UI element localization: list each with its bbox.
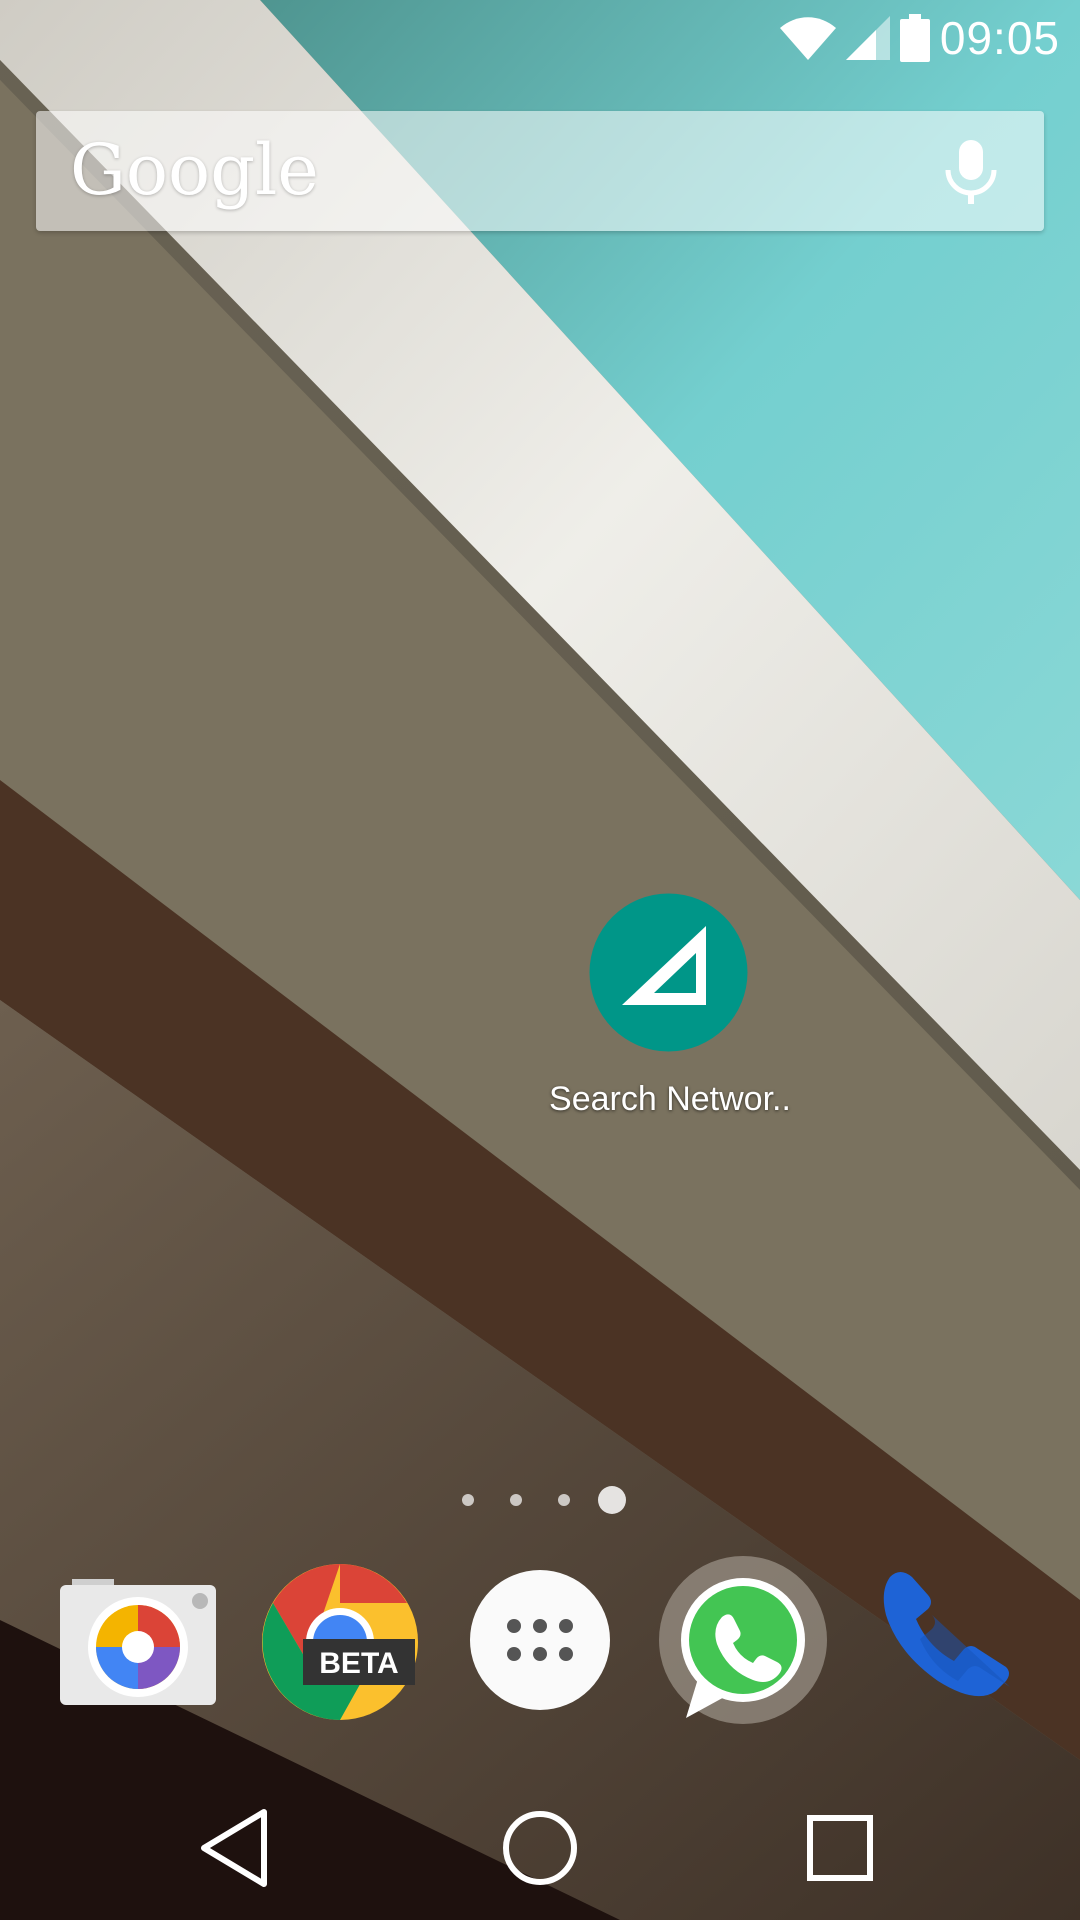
chrome-beta-icon[interactable]: BETA <box>255 1557 425 1727</box>
phone-icon[interactable] <box>860 1557 1030 1727</box>
search-network-icon[interactable] <box>586 890 751 1055</box>
page-dot <box>558 1494 570 1506</box>
google-logo: Google <box>70 129 319 211</box>
google-search-widget[interactable]: Google <box>36 111 1044 231</box>
recents-icon[interactable] <box>780 1788 900 1908</box>
battery-icon <box>899 14 930 62</box>
page-indicator <box>462 1486 626 1514</box>
camera-icon[interactable] <box>52 1555 222 1725</box>
page-dot-current <box>598 1486 626 1514</box>
page-dot <box>510 1494 522 1506</box>
back-icon[interactable] <box>176 1788 296 1908</box>
beta-badge: BETA <box>319 1647 398 1680</box>
app-label-search-network[interactable]: Search Networ.. <box>520 1080 820 1119</box>
wifi-icon <box>779 17 836 60</box>
app-drawer-icon[interactable] <box>455 1555 625 1725</box>
status-time: 09:05 <box>939 12 1060 64</box>
cell-signal-icon <box>845 16 890 60</box>
whatsapp-icon[interactable] <box>658 1555 828 1725</box>
home-icon[interactable] <box>480 1788 600 1908</box>
dock: BETA <box>0 1555 1080 1735</box>
page-dot <box>462 1494 474 1506</box>
navigation-bar <box>0 1780 1080 1920</box>
microphone-icon[interactable] <box>936 136 1006 206</box>
status-bar: 09:05 <box>0 0 1080 75</box>
